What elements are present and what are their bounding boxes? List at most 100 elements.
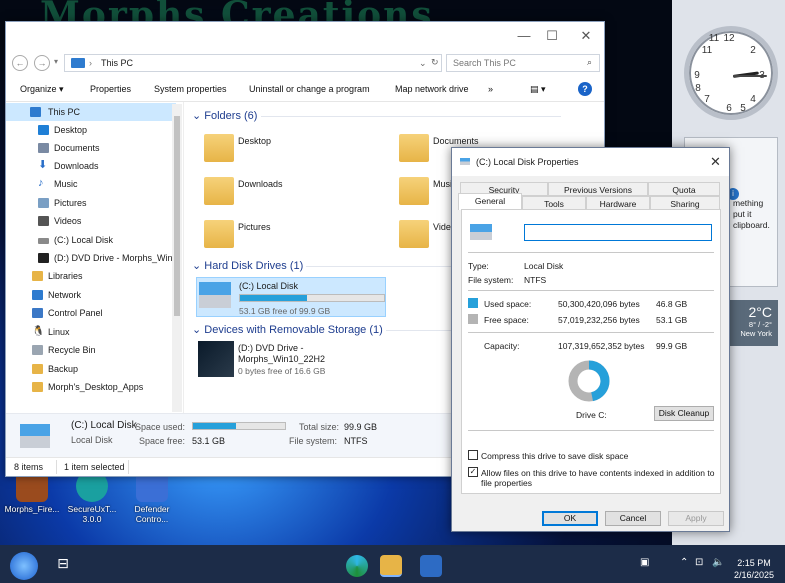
cancel-button[interactable]: Cancel [605, 511, 661, 526]
drive-icon [460, 158, 470, 165]
minimize-icon[interactable]: — [514, 28, 534, 43]
downloads-folder-icon [204, 177, 234, 205]
nav-music[interactable]: ♪ Music [6, 175, 176, 193]
tab-sharing[interactable]: Sharing [650, 196, 720, 210]
address-text: This PC [101, 58, 134, 68]
computer-icon [30, 107, 41, 117]
desktop-icon [38, 125, 49, 135]
search-icon: ⌕ [587, 57, 593, 67]
nav-pictures[interactable]: Pictures [6, 194, 176, 212]
folder-downloads[interactable]: Downloads [204, 175, 384, 211]
nav-scrollbar[interactable] [172, 104, 182, 412]
properties-button[interactable]: Properties [90, 84, 131, 94]
nav-documents[interactable]: Documents [6, 139, 176, 157]
organize-button[interactable]: Organize ▾ [20, 84, 64, 95]
uninstall-program-button[interactable]: Uninstall or change a program [249, 84, 370, 94]
music-folder-icon [399, 177, 429, 205]
chevron-down-icon: ⌄ [192, 110, 205, 122]
general-tab-panel: Type: Local Disk File system: NTFS Used … [461, 209, 721, 494]
pictures-icon [38, 198, 49, 208]
title-bar[interactable]: — ☐ ✕ [6, 22, 604, 52]
nav-recycle-bin[interactable]: Recycle Bin [6, 341, 176, 359]
forward-icon[interactable]: → [34, 55, 50, 71]
compress-checkbox[interactable] [468, 450, 478, 460]
drive-c-tile[interactable]: (C:) Local Disk 53.1 GB free of 99.9 GB [196, 277, 386, 317]
nav-network[interactable]: Network [6, 286, 176, 304]
apply-button[interactable]: Apply [668, 511, 724, 526]
nav-control-panel[interactable]: Control Panel [6, 304, 176, 322]
libraries-icon [32, 271, 43, 281]
details-usage-fill [193, 423, 237, 429]
music-icon: ♪ [38, 177, 44, 189]
dvd-icon [38, 253, 49, 263]
tab-previous-versions[interactable]: Previous Versions [548, 182, 648, 196]
folder-desktop[interactable]: Desktop [204, 132, 384, 168]
view-options-icon[interactable]: ▤ ▾ [530, 84, 546, 95]
nav-local-disk-c[interactable]: (C:) Local Disk [6, 231, 176, 249]
command-bar: Organize ▾ Properties System properties … [6, 76, 604, 102]
volume-icon[interactable]: 🔈 [712, 557, 724, 568]
nav-this-pc[interactable]: This PC [6, 103, 176, 121]
nav-videos[interactable]: Videos [6, 212, 176, 230]
file-explorer-icon[interactable] [380, 555, 402, 577]
chevron-down-icon: ⌄ [192, 260, 205, 272]
chevron-down-icon: ⌄ [192, 324, 205, 336]
group-header-folders[interactable]: ⌄ Folders (6) [192, 109, 561, 122]
refresh-icon[interactable]: ↻ [431, 57, 439, 68]
tab-general[interactable]: General [458, 193, 522, 210]
system-properties-button[interactable]: System properties [154, 84, 227, 94]
address-bar[interactable]: › This PC ⌄ ↻ [64, 54, 442, 72]
control-panel-icon [32, 308, 43, 318]
edge-icon[interactable] [346, 555, 368, 577]
nav-scroll-thumb[interactable] [174, 116, 180, 316]
nav-morphs-desktop-apps[interactable]: Morph's_Desktop_Apps [6, 378, 176, 396]
nav-desktop[interactable]: Desktop [6, 121, 176, 139]
close-icon[interactable]: ✕ [576, 28, 596, 44]
start-button[interactable] [10, 552, 38, 580]
documents-folder-icon [399, 134, 429, 162]
index-checkbox[interactable]: ✓ [468, 467, 478, 477]
disk-cleanup-button[interactable]: Disk Cleanup [654, 406, 714, 421]
desktop-icon-secureuxt[interactable]: SecureUxT... 3.0.0 [62, 470, 122, 524]
search-box[interactable]: Search This PC ⌕ [446, 54, 600, 72]
drive-name-input[interactable] [524, 224, 712, 241]
back-icon[interactable]: ← [12, 55, 28, 71]
tab-quota[interactable]: Quota [648, 182, 720, 196]
more-commands-button[interactable]: » [488, 84, 493, 94]
nav-dvd-drive-d[interactable]: (D:) DVD Drive - Morphs_Win [6, 249, 176, 267]
news-icon[interactable]: ▣ [640, 557, 649, 568]
drive-d-tile[interactable]: (D:) DVD Drive - Morphs_Win10_22H2 0 byt… [196, 341, 386, 381]
drive-icon [38, 238, 49, 244]
gadget-text: mething put it clipboard. [733, 198, 770, 230]
tray-chevron-icon[interactable]: ⌃ [680, 557, 688, 568]
store-icon[interactable] [420, 555, 442, 577]
dialog-title: (C:) Local Disk Properties [476, 157, 579, 167]
help-icon[interactable]: ? [578, 82, 592, 96]
ok-button[interactable]: OK [542, 511, 598, 526]
dialog-title-bar[interactable]: (C:) Local Disk Properties ✕ [452, 148, 729, 176]
recycle-bin-icon [32, 345, 43, 355]
network-tray-icon[interactable]: ⊡ [695, 557, 703, 568]
task-view-icon[interactable]: ⊟ [52, 555, 74, 577]
close-icon[interactable]: ✕ [710, 154, 721, 170]
recent-dropdown-icon[interactable]: ▾ [54, 57, 58, 66]
map-network-drive-button[interactable]: Map network drive [395, 84, 469, 94]
pictures-folder-icon [204, 220, 234, 248]
taskbar-clock[interactable]: 2:15 PM 2/16/2025 [734, 557, 774, 581]
nav-linux[interactable]: 🐧 Linux [6, 323, 176, 341]
navigation-pane: This PC Desktop Documents ⬇ Downloads ♪ Mu… [6, 102, 184, 413]
nav-libraries[interactable]: Libraries [6, 267, 176, 285]
maximize-icon[interactable]: ☐ [542, 28, 562, 44]
nav-backup[interactable]: Backup [6, 360, 176, 378]
nav-downloads[interactable]: ⬇ Downloads [6, 157, 176, 175]
address-dropdown-icon[interactable]: ⌄ [419, 58, 427, 69]
desktop-icon-defender-control[interactable]: Defender Contro... [122, 470, 182, 524]
folder-pictures[interactable]: Pictures [204, 218, 384, 254]
tab-tools[interactable]: Tools [522, 196, 586, 210]
documents-icon [38, 143, 49, 153]
used-space-swatch [468, 298, 478, 308]
network-icon [32, 290, 43, 300]
folder-icon [32, 364, 43, 374]
tab-hardware[interactable]: Hardware [586, 196, 650, 210]
details-usage-bar [192, 422, 286, 430]
